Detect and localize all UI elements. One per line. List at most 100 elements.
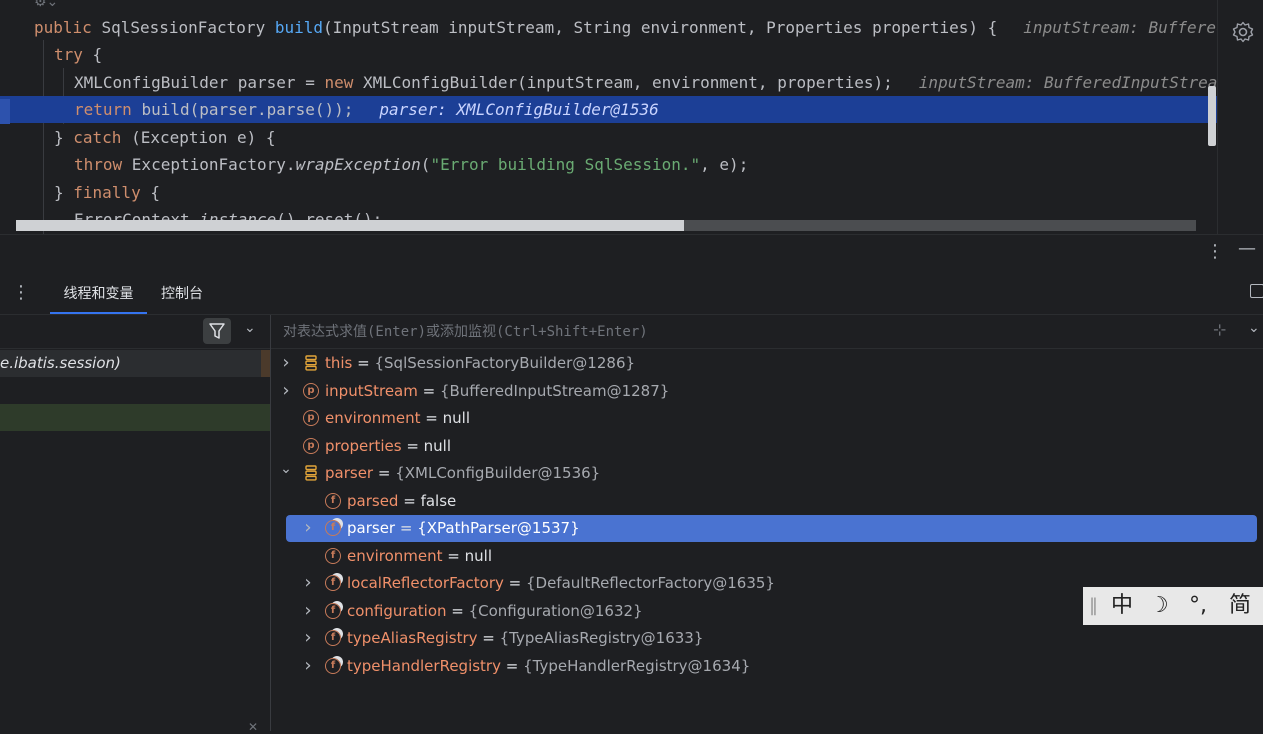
variable-row[interactable]: › f typeAliasRegistry = {TypeAliasRegistry… xyxy=(271,625,1263,652)
code-token: finally xyxy=(73,183,151,202)
variable-value: {XPathParser@1537} xyxy=(417,519,580,537)
frame-marker xyxy=(261,350,270,377)
parameter-icon: p xyxy=(303,410,319,426)
variable-name-text: environment xyxy=(325,409,421,427)
variable-name: localReflectorFactory = {DefaultReflecto… xyxy=(347,570,775,597)
tab-threads-variables[interactable]: 线程和变量 xyxy=(50,272,147,314)
code-token: (Exception e) { xyxy=(131,128,276,147)
evaluate-expression-input[interactable] xyxy=(281,319,1185,345)
horizontal-scrollbar[interactable] xyxy=(16,220,684,231)
field-icon: f xyxy=(325,492,341,509)
variable-name: properties = null xyxy=(325,433,451,460)
ime-drag-handle[interactable]: ‖ xyxy=(1089,587,1098,625)
equals-sign: = xyxy=(442,546,465,565)
variable-value: {BufferedInputStream@1287} xyxy=(439,381,670,400)
variable-row[interactable]: › f parser = {XPathParser@1537} xyxy=(271,515,1263,542)
variable-name: parser = {XMLConfigBuilder@1536} xyxy=(325,460,600,487)
variable-value: {SqlSessionFactoryBuilder@1286} xyxy=(374,354,636,372)
equals-sign: = xyxy=(352,354,375,372)
code-token: ( xyxy=(420,155,431,174)
variable-value: null xyxy=(442,409,470,427)
close-icon[interactable]: ✕ xyxy=(248,720,258,734)
tab-options-icon[interactable]: ⋮ xyxy=(12,282,30,303)
code-token: { xyxy=(150,183,160,202)
code-token: build xyxy=(274,18,323,37)
variable-value: null xyxy=(464,546,492,565)
variable-row[interactable]: › p inputStream = {BufferedInputStream@128… xyxy=(271,378,1263,405)
code-line[interactable]: } catch (Exception e) { xyxy=(0,124,1217,151)
equals-sign: = xyxy=(503,574,526,592)
variable-name-text: typeAliasRegistry xyxy=(347,629,478,647)
variable-row[interactable]: ⌄ parser = {XMLConfigBuilder@1536} xyxy=(271,460,1263,487)
tab-console[interactable]: 控制台 xyxy=(152,272,212,312)
filter-button[interactable] xyxy=(203,318,231,344)
variable-value: false xyxy=(420,491,457,510)
variable-row[interactable]: › f typeHandlerRegistry = {TypeHandlerRegi… xyxy=(271,653,1263,680)
chevron-down-icon[interactable]: ⌄ xyxy=(1248,320,1260,336)
add-watch-icon[interactable]: ⊹ xyxy=(1213,320,1226,339)
chevron-right-icon[interactable]: › xyxy=(301,569,315,596)
parameter-icon: p xyxy=(303,437,319,454)
stack-variable-icon xyxy=(303,465,319,481)
equals-sign: = xyxy=(500,656,524,675)
debug-panel-header: ⋮ — xyxy=(0,234,1263,273)
chevron-right-icon[interactable]: › xyxy=(279,377,293,404)
code-line[interactable]: XMLConfigBuilder parser = new XMLConfigB… xyxy=(0,69,1217,96)
code-line[interactable]: } finally { xyxy=(0,179,1217,206)
code-line[interactable]: throw ExceptionFactory.wrapException("Er… xyxy=(0,151,1217,178)
variable-name-text: parsed xyxy=(347,491,399,510)
equals-sign: = xyxy=(398,491,421,510)
equals-sign: = xyxy=(477,629,500,647)
code-line[interactable]: public SqlSessionFactory build(InputStre… xyxy=(0,14,1217,41)
ime-punctuation-toggle[interactable]: °, xyxy=(1189,587,1207,625)
code-line[interactable]: try { xyxy=(0,41,1217,68)
code-token: new xyxy=(324,73,363,92)
variable-row[interactable]: f environment = null xyxy=(271,543,1263,570)
code-editor[interactable]: public SqlSessionFactory build(InputStre… xyxy=(0,0,1263,234)
code-token: return xyxy=(74,100,142,119)
variable-row[interactable]: f parsed = false xyxy=(271,488,1263,515)
vertical-scrollbar[interactable] xyxy=(1208,86,1216,146)
chevron-right-icon[interactable]: › xyxy=(301,514,315,541)
code-line-current[interactable]: return build(parser.parse()); parser: XML… xyxy=(0,96,1217,123)
code-token: ExceptionFactory. xyxy=(131,155,296,174)
frame-item[interactable]: e.ibatis.session) xyxy=(0,350,262,377)
variable-name: parser = {XPathParser@1537} xyxy=(347,515,580,542)
variable-value: {XMLConfigBuilder@1536} xyxy=(395,464,601,482)
chevron-right-icon[interactable]: › xyxy=(301,652,315,679)
equals-sign: = xyxy=(446,601,469,620)
code-token: wrapException xyxy=(295,155,421,174)
variable-name-text: parser xyxy=(347,519,396,537)
variable-row[interactable]: p environment = null xyxy=(271,405,1263,432)
editor-right-gutter xyxy=(1217,0,1263,234)
code-token: public xyxy=(34,18,102,37)
equals-sign: = xyxy=(417,381,440,400)
more-options-icon[interactable]: ⋮ xyxy=(1206,241,1224,262)
variable-name: this = {SqlSessionFactoryBuilder@1286} xyxy=(325,350,635,377)
code-token: XMLConfigBuilder(inputStream, environmen… xyxy=(362,73,893,92)
frames-pane: ⌄ e.ibatis.session) ✕ xyxy=(0,315,271,734)
layout-icon[interactable] xyxy=(1250,284,1263,298)
chevron-down-icon[interactable]: ⌄ xyxy=(244,320,256,336)
frame-item-highlighted[interactable] xyxy=(0,404,270,431)
variable-row[interactable]: p properties = null xyxy=(271,433,1263,460)
chevron-right-icon[interactable]: › xyxy=(279,349,293,376)
gear-icon[interactable] xyxy=(1232,21,1254,43)
chevron-right-icon[interactable]: › xyxy=(301,624,315,651)
variable-value: {Configuration@1632} xyxy=(468,601,643,620)
minimize-icon[interactable]: — xyxy=(1238,238,1256,259)
chevron-down-icon[interactable]: ⌄ xyxy=(279,456,293,483)
frames-toolbar: ⌄ xyxy=(0,315,270,349)
ime-language-toggle[interactable]: 中 xyxy=(1111,587,1133,625)
code-token: try xyxy=(54,45,93,64)
stack-variable-icon xyxy=(303,355,319,371)
variable-row[interactable]: › this = {SqlSessionFactoryBuilder@1286} xyxy=(271,350,1263,377)
variable-name-text: environment xyxy=(347,546,443,565)
bookmark-icon[interactable]: ⚙⌄ xyxy=(34,0,58,10)
chevron-right-icon[interactable]: › xyxy=(301,597,315,624)
variable-name: configuration = {Configuration@1632} xyxy=(347,598,643,625)
variable-name-text: localReflectorFactory xyxy=(347,574,504,592)
ime-simplified-toggle[interactable]: 简 xyxy=(1229,587,1251,625)
code-token: build(parser.parse()); xyxy=(141,100,354,119)
moon-icon[interactable]: ☽ xyxy=(1149,587,1169,625)
